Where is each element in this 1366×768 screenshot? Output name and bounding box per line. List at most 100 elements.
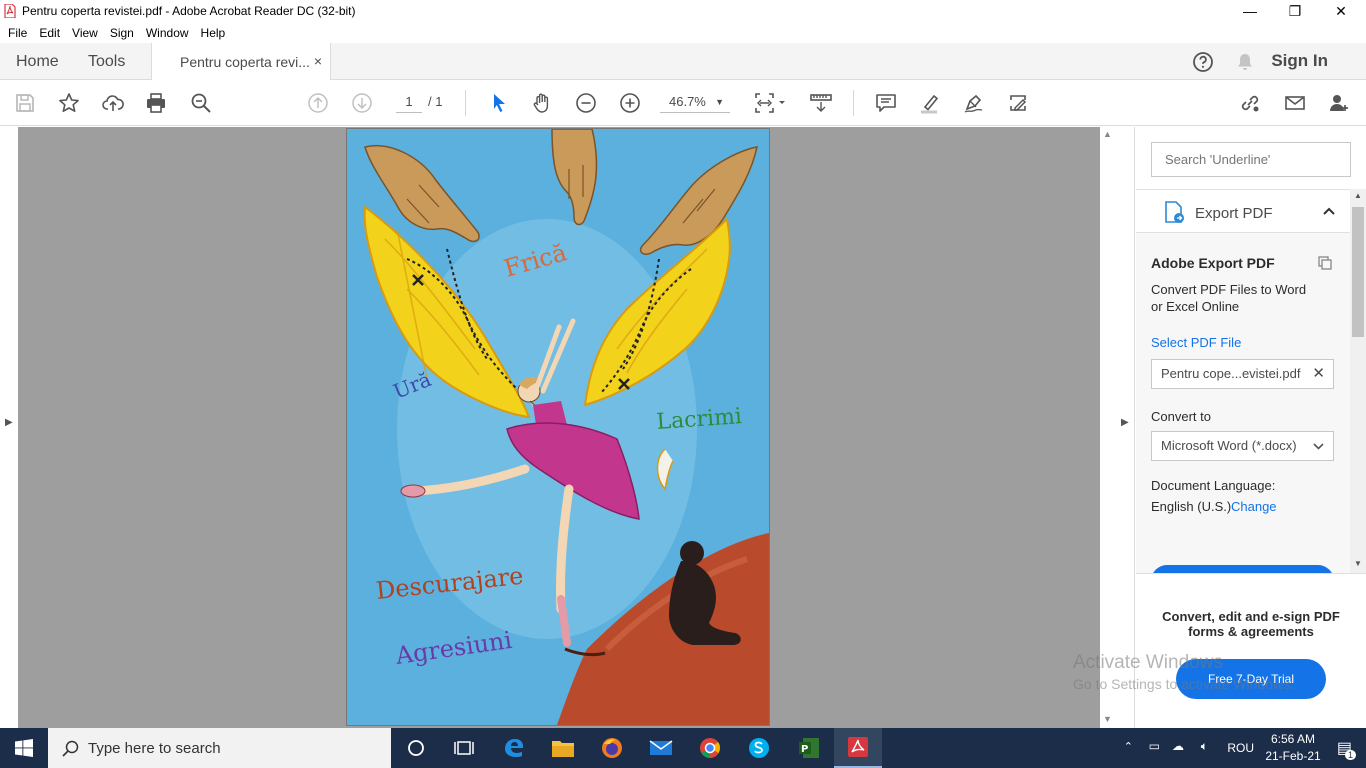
zoom-search-icon[interactable] — [189, 91, 213, 115]
cortana-icon[interactable] — [392, 728, 440, 768]
edge-browser-icon[interactable] — [490, 728, 538, 768]
scroll-mode-icon[interactable] — [809, 91, 833, 115]
zoom-level-value: 46.7% — [669, 94, 706, 109]
acrobat-taskbar-icon[interactable] — [834, 728, 882, 768]
bell-icon[interactable] — [1235, 52, 1255, 72]
project-app-icon[interactable]: P — [785, 728, 833, 768]
title-bar: Pentru coperta revistei.pdf - Adobe Acro… — [0, 0, 1366, 22]
sign-fill-icon[interactable] — [1006, 91, 1030, 115]
scroll-down-icon[interactable]: ▼ — [1103, 714, 1112, 724]
show-hidden-icons-icon[interactable]: ⌃ — [1124, 740, 1133, 753]
export-pdf-header[interactable]: Export PDF — [1136, 189, 1350, 233]
prev-page-icon[interactable] — [306, 91, 330, 115]
chrome-icon[interactable] — [686, 728, 734, 768]
skype-icon[interactable] — [735, 728, 783, 768]
fit-page-icon[interactable] — [753, 91, 787, 115]
tab-home[interactable]: Home — [16, 43, 59, 80]
menu-view[interactable]: View — [66, 26, 104, 40]
document-scrollbar[interactable]: ▲ ▼ — [1100, 127, 1116, 728]
onedrive-icon[interactable]: ☁ — [1172, 739, 1184, 753]
document-language-value: English (U.S.) — [1151, 499, 1232, 514]
taskbar-search-box[interactable]: Type here to search — [48, 728, 391, 768]
menu-help[interactable]: Help — [195, 26, 232, 40]
scroll-up-icon[interactable]: ▲ — [1103, 129, 1112, 139]
page-number-input[interactable] — [396, 91, 422, 113]
windows-taskbar: Type here to search P ⌃ ▭ ☁ 🔈︎ ROU 6:56 … — [0, 728, 1366, 768]
select-pdf-file-link[interactable]: Select PDF File — [1151, 335, 1241, 350]
convert-to-select[interactable]: Microsoft Word (*.docx) — [1151, 431, 1334, 461]
right-pane-toggle[interactable]: ▶ — [1116, 127, 1135, 728]
restore-button[interactable]: ❐ — [1272, 0, 1318, 22]
document-language-label: Document Language: — [1151, 478, 1276, 493]
watermark-line-2: Go to Settings to activate Windows. — [1073, 676, 1294, 692]
highlighter-icon[interactable] — [918, 91, 942, 115]
menu-file[interactable]: File — [2, 26, 33, 40]
close-icon: ✕ — [1335, 2, 1347, 19]
close-window-button[interactable]: ✕ — [1318, 0, 1364, 22]
email-icon[interactable] — [1283, 91, 1307, 115]
hand-tool-icon[interactable] — [530, 91, 554, 115]
draw-pen-icon[interactable] — [962, 91, 986, 115]
add-user-icon[interactable] — [1327, 91, 1351, 115]
help-icon[interactable] — [1192, 51, 1214, 73]
print-icon[interactable] — [144, 91, 168, 115]
search-tools-input[interactable] — [1151, 142, 1351, 177]
svg-text:P: P — [801, 744, 808, 755]
menu-edit[interactable]: Edit — [33, 26, 66, 40]
toolbar-divider — [853, 90, 854, 116]
change-language-link[interactable]: Change — [1231, 499, 1277, 514]
task-view-icon[interactable] — [440, 728, 488, 768]
minimize-button[interactable]: — — [1227, 0, 1273, 22]
mail-icon[interactable] — [637, 728, 685, 768]
tab-document[interactable]: Pentru coperta revi... × — [151, 43, 331, 81]
input-language-indicator[interactable]: ROU — [1227, 741, 1254, 755]
selected-file-name: Pentru cope...evistei.pdf — [1161, 366, 1301, 381]
page-total: / 1 — [428, 94, 443, 109]
notification-badge: 1 — [1344, 750, 1356, 760]
bookmark-star-icon[interactable] — [57, 91, 81, 115]
activate-windows-watermark: Activate Windows Go to Settings to activ… — [1073, 652, 1294, 692]
promo-text: Convert, edit and e-sign PDF forms & agr… — [1162, 609, 1340, 639]
acrobat-app-icon — [4, 4, 16, 18]
selected-file-field[interactable]: Pentru cope...evistei.pdf ✕ — [1151, 359, 1334, 389]
chevron-down-icon — [1313, 443, 1324, 450]
share-link-icon[interactable] — [1238, 91, 1262, 115]
tab-close-icon[interactable]: × — [314, 53, 322, 69]
scroll-down-icon[interactable]: ▼ — [1354, 559, 1362, 568]
volume-icon[interactable]: 🔈︎ — [1201, 739, 1208, 754]
zoom-in-icon[interactable] — [618, 91, 642, 115]
firefox-icon[interactable] — [588, 728, 636, 768]
export-panel-title: Adobe Export PDF — [1151, 255, 1275, 271]
select-cursor-icon[interactable] — [487, 91, 511, 115]
menu-window[interactable]: Window — [140, 26, 195, 40]
export-panel-description: Convert PDF Files to Word or Excel Onlin… — [1151, 282, 1307, 314]
sign-in-link[interactable]: Sign In — [1271, 51, 1328, 71]
cloud-upload-icon[interactable] — [101, 91, 125, 115]
close-icon[interactable]: ✕ — [1312, 360, 1325, 388]
restore-icon: ❐ — [1288, 2, 1302, 19]
next-page-icon[interactable] — [350, 91, 374, 115]
save-icon[interactable] — [13, 91, 37, 115]
copy-icon[interactable] — [1317, 255, 1333, 271]
menu-sign[interactable]: Sign — [104, 26, 140, 40]
scroll-up-icon[interactable]: ▲ — [1354, 191, 1362, 200]
zoom-level-select[interactable]: 46.7% ▼ — [660, 91, 730, 113]
scroll-thumb[interactable] — [1352, 207, 1364, 337]
watermark-line-1: Activate Windows — [1073, 652, 1223, 673]
tab-tools[interactable]: Tools — [88, 43, 125, 80]
clock-date[interactable]: 21-Feb-21 — [1262, 749, 1324, 763]
export-pdf-panel: Adobe Export PDF Convert PDF Files to Wo… — [1136, 233, 1350, 581]
file-explorer-icon[interactable] — [539, 728, 587, 768]
caret-right-icon: ▶ — [5, 417, 13, 428]
start-button[interactable] — [0, 728, 48, 768]
export-pdf-icon — [1165, 201, 1184, 223]
chevron-down-icon: ▼ — [715, 97, 724, 107]
caret-right-icon: ▶ — [1121, 417, 1129, 428]
left-pane-toggle[interactable]: ▶ — [0, 127, 18, 728]
toolbar-divider — [465, 90, 466, 116]
comment-icon[interactable] — [874, 91, 898, 115]
zoom-out-icon[interactable] — [574, 91, 598, 115]
clock-time[interactable]: 6:56 AM — [1262, 732, 1324, 746]
network-icon[interactable]: ▭ — [1149, 739, 1160, 753]
tools-pane-scrollbar[interactable]: ▲ ▼ — [1350, 189, 1366, 573]
